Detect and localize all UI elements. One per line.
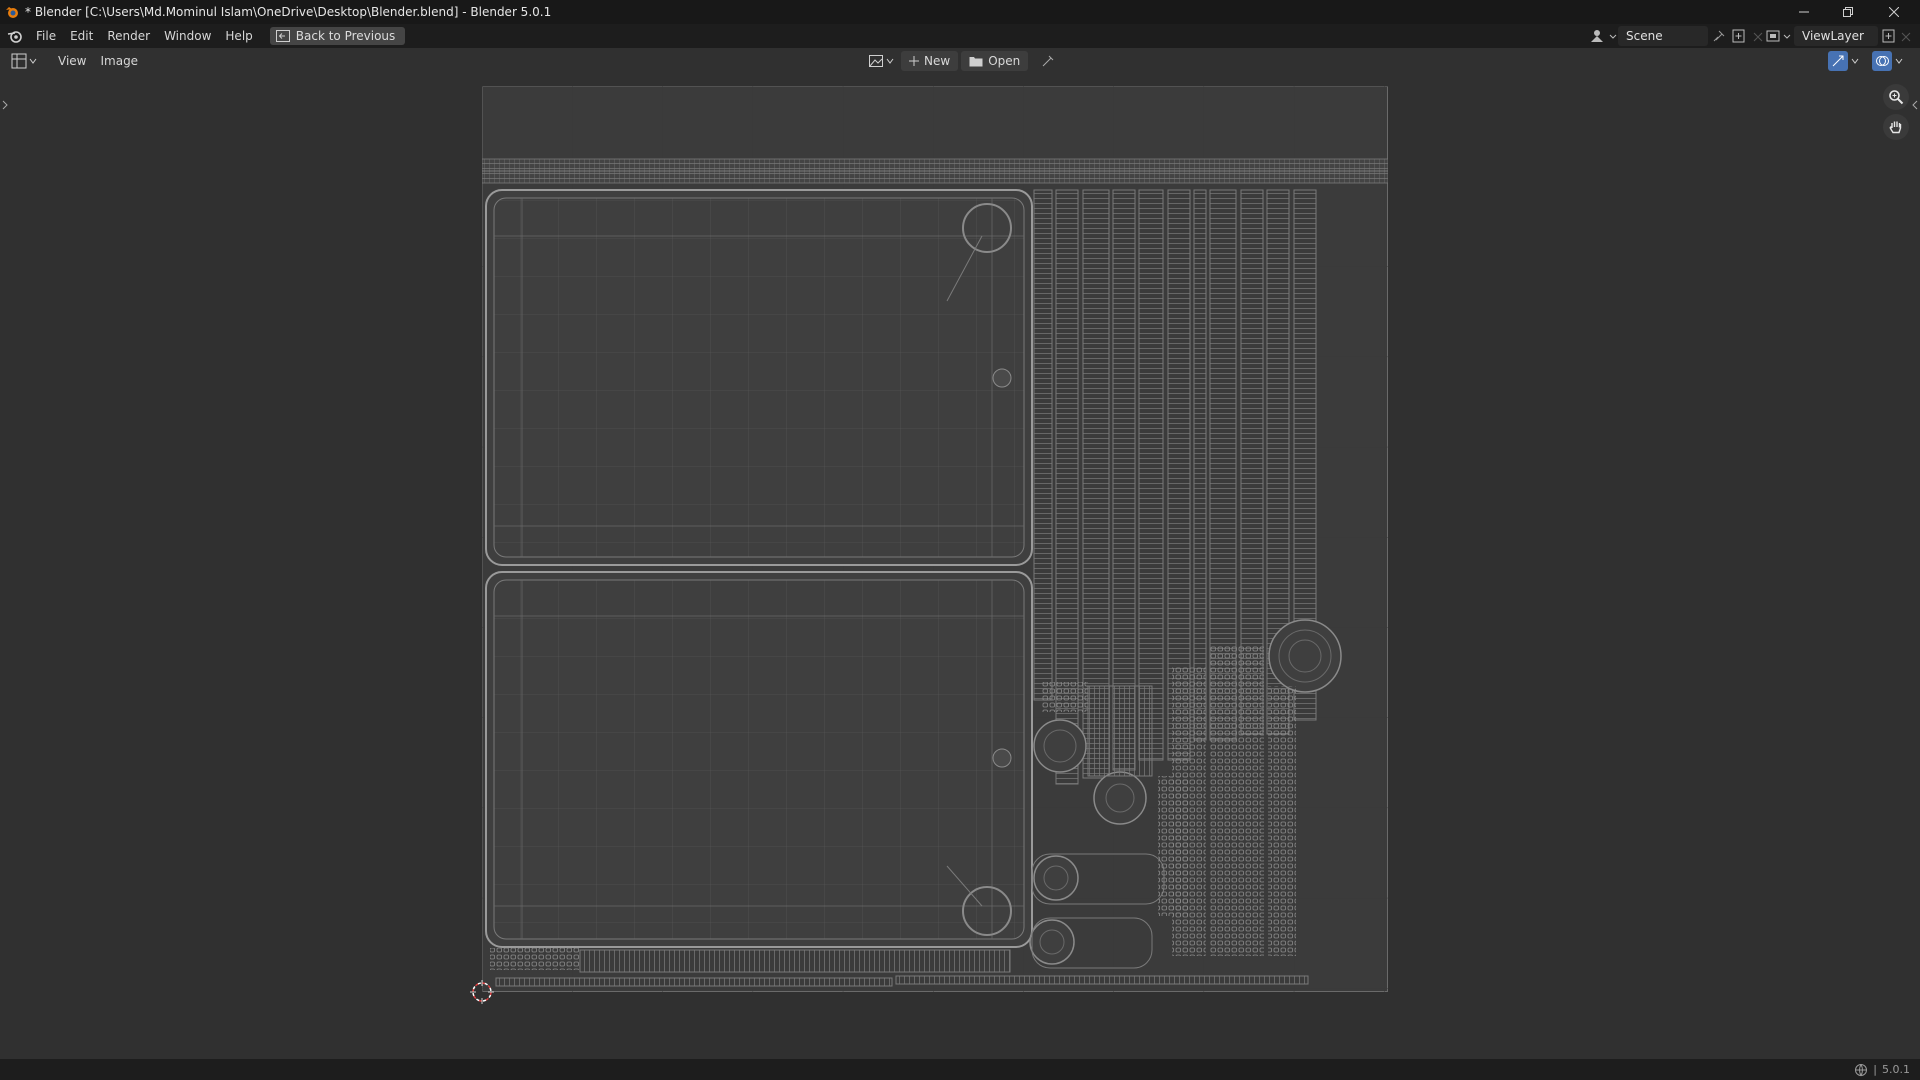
blender-menu-icon[interactable] — [7, 29, 23, 43]
editor-type-selector[interactable] — [11, 53, 37, 69]
menu-help[interactable]: Help — [218, 26, 259, 46]
folder-icon — [969, 57, 983, 67]
overlay-toggle[interactable] — [1872, 51, 1903, 71]
chevron-down-icon — [886, 58, 894, 64]
chevron-down-icon — [1895, 58, 1903, 64]
new-image-label: New — [924, 54, 951, 68]
pan-view-button[interactable] — [1883, 114, 1909, 140]
restore-button[interactable] — [1826, 0, 1870, 24]
pin-icon[interactable] — [1041, 54, 1055, 68]
overlay-icon — [1876, 56, 1889, 66]
image-editor-header: View Image New Open — [0, 48, 1920, 74]
2d-cursor-icon[interactable] — [470, 980, 494, 1004]
menu-window[interactable]: Window — [157, 26, 218, 46]
close-icon — [1889, 7, 1899, 17]
menu-view[interactable]: View — [51, 51, 93, 71]
toolbar-expand-icon[interactable] — [1, 100, 9, 110]
scene-name-field[interactable]: Scene — [1618, 26, 1708, 46]
uv-layout-canvas[interactable] — [482, 86, 1388, 994]
close-button[interactable] — [1872, 0, 1916, 24]
network-icon — [1855, 1063, 1868, 1077]
image-browse-group: New Open — [864, 51, 1055, 71]
view-layer-icon[interactable] — [1764, 27, 1794, 45]
minimize-button[interactable] — [1782, 0, 1826, 24]
chevron-down-icon — [1851, 58, 1859, 64]
open-image-button[interactable]: Open — [961, 51, 1029, 71]
menu-edit[interactable]: Edit — [63, 26, 100, 46]
uv-editor-workspace[interactable] — [0, 74, 1920, 1059]
uv-top-strips — [482, 158, 1388, 184]
view-layer-name-field[interactable]: ViewLayer — [1794, 26, 1878, 46]
new-view-layer-icon[interactable] — [1880, 27, 1898, 45]
new-scene-icon[interactable] — [1730, 27, 1748, 45]
window-title: * Blender [C:\Users\Md.Mominul Islam\One… — [25, 5, 552, 19]
scene-selector: Scene — [1588, 26, 1766, 46]
browse-image-button[interactable] — [864, 53, 898, 69]
plus-icon — [909, 56, 919, 66]
sidebar-expand-icon[interactable] — [1911, 100, 1919, 110]
uv-editor-icon — [11, 53, 27, 69]
image-icon — [869, 55, 883, 67]
menu-render[interactable]: Render — [100, 26, 157, 46]
version-label: 5.0.1 — [1882, 1063, 1910, 1076]
chevron-down-icon — [29, 58, 37, 64]
new-image-button[interactable]: New — [901, 51, 959, 71]
back-icon — [275, 30, 290, 42]
delete-view-layer-icon[interactable] — [1898, 27, 1914, 45]
uv-island-panel-bottom — [485, 571, 1033, 948]
zoom-view-button[interactable] — [1883, 84, 1909, 110]
back-to-previous-label: Back to Previous — [295, 29, 396, 43]
zoom-icon — [1889, 90, 1904, 105]
blender-logo-icon — [6, 7, 18, 18]
pin-scene-icon[interactable] — [1710, 27, 1728, 45]
status-bar: | 5.0.1 — [0, 1059, 1920, 1080]
gizmo-toggle[interactable] — [1828, 51, 1859, 71]
open-image-label: Open — [988, 54, 1021, 68]
back-to-previous-button[interactable]: Back to Previous — [269, 27, 406, 45]
minimize-icon — [1799, 11, 1809, 13]
status-separator: | — [1873, 1063, 1877, 1076]
menu-image[interactable]: Image — [93, 51, 145, 71]
title-bar: * Blender [C:\Users\Md.Mominul Islam\One… — [0, 0, 1920, 24]
hand-icon — [1889, 121, 1902, 134]
uv-island-panel-top — [485, 189, 1033, 566]
view-layer-selector: ViewLayer — [1764, 26, 1914, 46]
gizmo-icon — [1832, 55, 1844, 67]
menu-file[interactable]: File — [29, 26, 63, 46]
restore-icon — [1843, 7, 1853, 17]
scene-icon[interactable] — [1588, 27, 1618, 45]
